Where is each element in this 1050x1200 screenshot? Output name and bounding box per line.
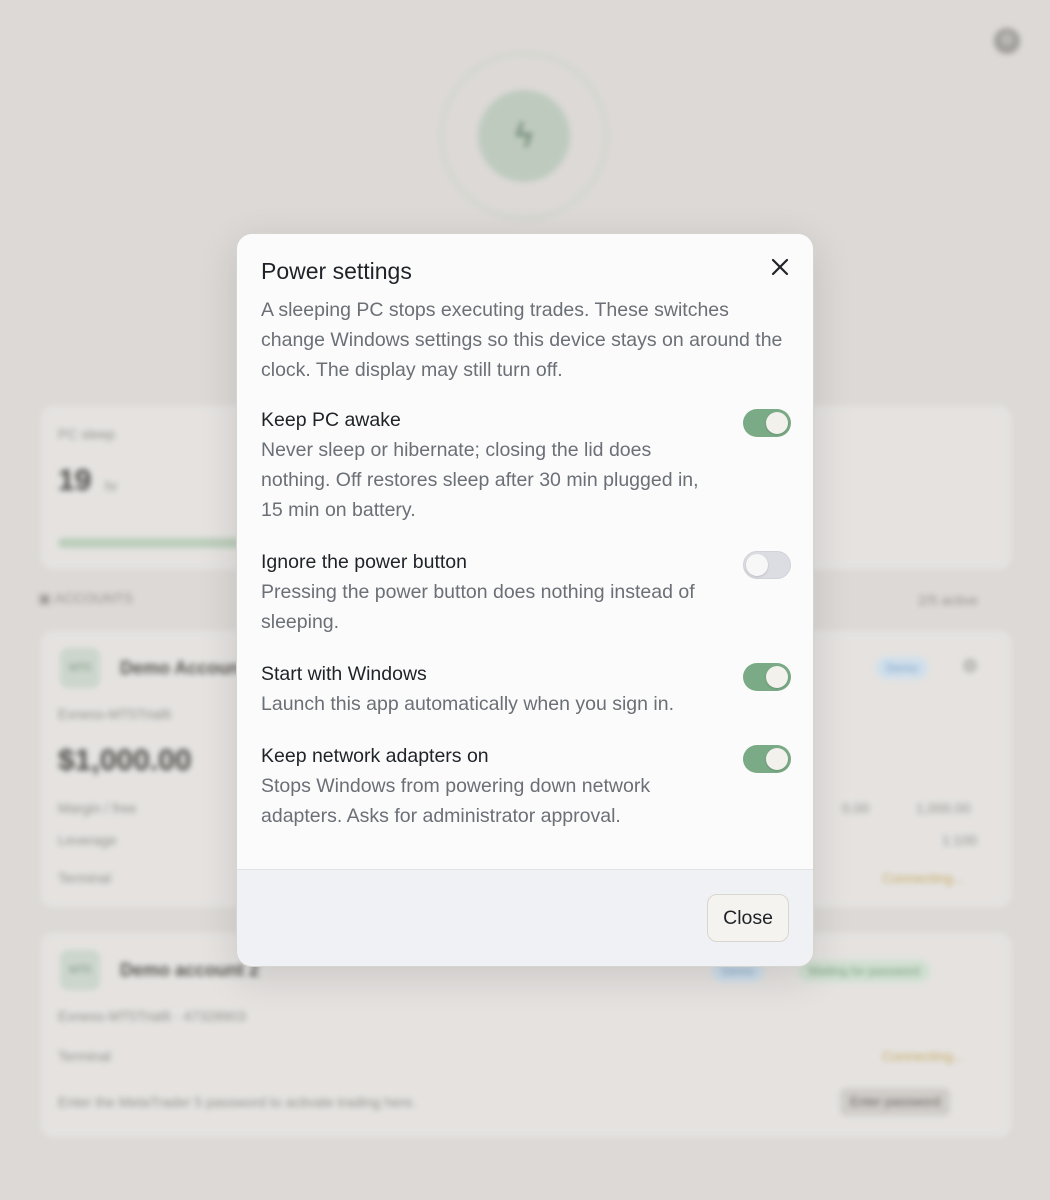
setting-title: Keep network adapters on — [261, 745, 489, 767]
ignore-power-button-toggle[interactable] — [743, 551, 791, 579]
row-label: Terminal — [58, 870, 111, 886]
row-label: Leverage — [58, 832, 117, 848]
dialog-description: A sleeping PC stops executing trades. Th… — [261, 299, 783, 381]
avatar: MT5 — [60, 648, 100, 688]
toggle-knob — [766, 748, 788, 770]
close-button[interactable]: Close — [707, 894, 789, 942]
enter-password-button: Enter password — [840, 1088, 951, 1116]
accounts-count: 2/5 active — [918, 592, 978, 608]
row-label: Margin / free — [58, 800, 137, 816]
power-settings-dialog: Power settings A sleeping PC stops execu… — [236, 233, 814, 967]
setting-title: Start with Windows — [261, 663, 427, 685]
toggle-knob — [746, 554, 768, 576]
setting-description: Pressing the power button does nothing i… — [261, 581, 695, 633]
setting-ignore-power-button: Ignore the power button Pressing the pow… — [261, 549, 791, 637]
gear-icon: ⚙ — [994, 28, 1020, 54]
row-label: Terminal — [58, 1048, 111, 1064]
setting-description: Stops Windows from powering down network… — [261, 775, 651, 827]
row-value: 1:100 — [942, 832, 978, 848]
hint-text: Enter the MetaTrader 5 password to activ… — [58, 1094, 417, 1110]
close-icon[interactable] — [769, 256, 791, 278]
setting-description: Never sleep or hibernate; closing the li… — [261, 439, 699, 521]
account-balance: $1,000.00 — [58, 744, 192, 777]
avatar: MT5 — [60, 950, 100, 990]
account-server: Exness-MT5Trial6 — [58, 706, 172, 722]
start-with-windows-toggle[interactable] — [743, 663, 791, 691]
row-value: Connecting... — [882, 1048, 965, 1064]
activity-icon: ϟ — [478, 90, 570, 182]
setting-keep-network-adapters-on: Keep network adapters on Stops Windows f… — [261, 743, 791, 831]
row-value: Connecting... — [882, 870, 965, 886]
keep-network-adapters-on-toggle[interactable] — [743, 745, 791, 773]
status-badge: Demo — [876, 657, 929, 679]
stat-bar — [58, 538, 248, 548]
gear-icon: ⚙ — [962, 656, 979, 676]
row-value: 0.00 — [842, 800, 870, 816]
stat-value: 19 — [58, 464, 92, 497]
dialog-footer: Close — [237, 869, 813, 966]
accounts-header: ▣ ACCOUNTS — [38, 590, 133, 606]
setting-title: Keep PC awake — [261, 409, 401, 431]
stat-unit: hr — [105, 478, 118, 494]
toggle-knob — [766, 412, 788, 434]
keep-pc-awake-toggle[interactable] — [743, 409, 791, 437]
setting-description: Launch this app automatically when you s… — [261, 693, 675, 715]
row-value: 1,000.00 — [916, 800, 971, 816]
stat-label: PC sleep — [58, 426, 115, 442]
status-badge: Waiting for password — [798, 960, 930, 982]
status-ring: ϟ — [440, 52, 608, 220]
setting-title: Ignore the power button — [261, 551, 467, 573]
setting-start-with-windows: Start with Windows Launch this app autom… — [261, 661, 791, 719]
setting-keep-pc-awake: Keep PC awake Never sleep or hibernate; … — [261, 407, 791, 525]
toggle-knob — [766, 666, 788, 688]
account-server: Exness-MT5Trial6 · 47328903 — [58, 1008, 246, 1024]
dialog-title: Power settings — [261, 258, 412, 284]
